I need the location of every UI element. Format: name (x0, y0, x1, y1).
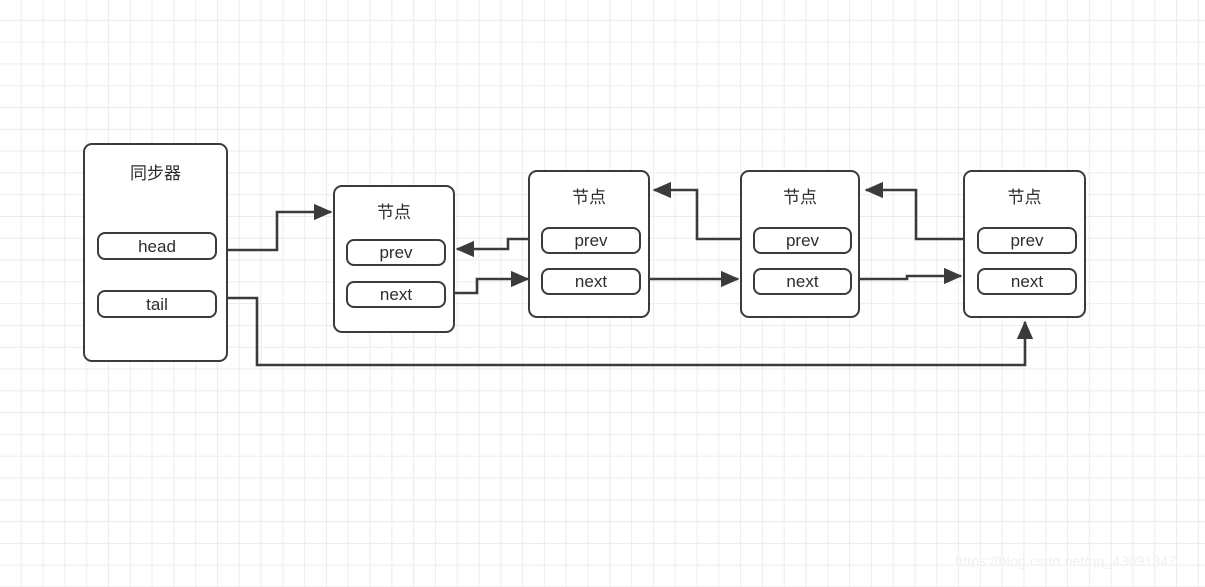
synchronizer-field-head[interactable]: head (97, 232, 217, 260)
synchronizer-box[interactable]: 同步器 head tail (83, 143, 228, 362)
synchronizer-title: 同步器 (130, 164, 181, 183)
connector-node3-next-to-node4 (860, 267, 963, 285)
node-4-field-next[interactable]: next (977, 268, 1077, 295)
node-box-1[interactable]: 节点 prev next (333, 185, 455, 333)
node-box-2[interactable]: 节点 prev next (528, 170, 650, 318)
connector-node3-prev-to-node2 (652, 181, 740, 241)
node-2-field-next[interactable]: next (541, 268, 641, 295)
watermark-text: https://blog.csdn.net/qq_43091847 (955, 553, 1177, 569)
node-4-field-prev[interactable]: prev (977, 227, 1077, 254)
node-3-field-prev[interactable]: prev (753, 227, 852, 254)
diagram-canvas: 同步器 head tail 节点 prev next 节点 prev next … (0, 0, 1205, 587)
node-box-4[interactable]: 节点 prev next (963, 170, 1086, 318)
connector-node4-prev-to-node3 (864, 181, 963, 241)
node-1-field-prev[interactable]: prev (346, 239, 446, 266)
node-title-1: 节点 (377, 203, 411, 222)
connector-head-to-node1 (228, 203, 333, 252)
node-title-4: 节点 (1007, 188, 1042, 207)
synchronizer-field-tail[interactable]: tail (97, 290, 217, 318)
node-title-2: 节点 (572, 188, 606, 207)
node-box-3[interactable]: 节点 prev next (740, 170, 860, 318)
node-2-field-prev[interactable]: prev (541, 227, 641, 254)
node-title-3: 节点 (783, 188, 817, 207)
node-3-field-next[interactable]: next (753, 268, 852, 295)
connector-node1-next-to-node2 (455, 270, 530, 295)
node-1-field-next[interactable]: next (346, 281, 446, 308)
connector-node2-prev-to-node1 (455, 237, 528, 258)
